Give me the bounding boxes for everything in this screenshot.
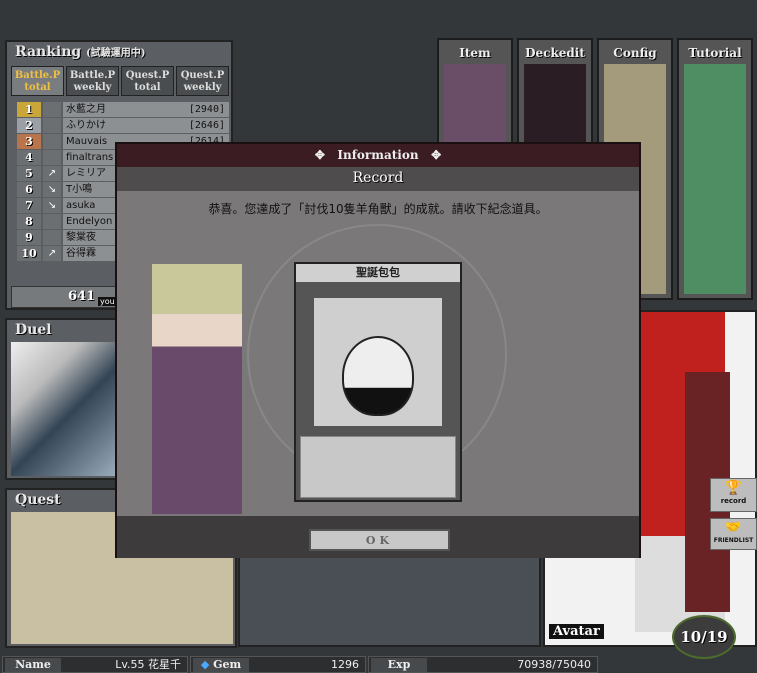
character-portrait <box>152 264 242 514</box>
tab-quest-total[interactable]: Quest.P total <box>121 66 174 96</box>
name-label: Name <box>5 658 61 672</box>
quest-title: Quest <box>15 492 61 508</box>
sack-icon <box>342 336 414 416</box>
rank-change-icon <box>43 134 61 149</box>
rank-number: 7 <box>17 198 41 213</box>
gem-icon: ◆ <box>200 658 210 671</box>
trophy-icon: 🏆 <box>724 480 743 496</box>
dialog-header-text: Information <box>337 148 419 162</box>
information-dialog: ✥ Information ✥ Record 恭喜。您達成了「討伐10隻羊角獸」… <box>115 142 641 558</box>
player-name-text: Endelyon <box>66 216 113 227</box>
exp-label: Exp <box>371 658 427 672</box>
dialog-message: 恭喜。您達成了「討伐10隻羊角獸」的成就。請收下紀念道具。 <box>208 202 548 216</box>
tutorial-label: Tutorial <box>688 46 742 60</box>
item-description <box>300 436 456 498</box>
rank-number: 6 <box>17 182 41 197</box>
ornament-icon: ✥ <box>314 148 325 162</box>
ranking-title: Ranking (試驗運用中) <box>15 44 146 60</box>
avatar-title: Avatar <box>549 624 604 639</box>
your-rank-value: 641 <box>68 289 96 304</box>
player-score: [2646] <box>188 120 225 131</box>
ornament-icon: ✥ <box>431 148 442 162</box>
item-name: 聖誕包包 <box>296 264 460 282</box>
friendlist-button[interactable]: 🤝 FRIENDLIST <box>710 518 757 550</box>
player-name-text: finaltrans <box>66 152 114 163</box>
gem-bar: ◆ Gem 1296 <box>190 656 366 673</box>
gem-value: 1296 <box>331 658 359 671</box>
ok-button[interactable]: OK <box>309 529 450 551</box>
rank-change-icon <box>43 230 61 245</box>
rank-number: 3 <box>17 134 41 149</box>
player-name-text: ふりかけ <box>66 120 106 131</box>
rank-number: 5 <box>17 166 41 181</box>
item-label: Item <box>459 46 491 60</box>
tutorial-image <box>684 64 746 294</box>
exp-value: 70938/75040 <box>517 658 591 671</box>
rank-number: 8 <box>17 214 41 229</box>
rank-number: 10 <box>17 246 41 261</box>
player-score: [2940] <box>188 104 225 115</box>
exp-bar: Exp 70938/75040 <box>368 656 598 673</box>
ranking-row[interactable]: 1 水藍之月 [2940] <box>17 102 229 117</box>
ranking-subtitle: (試驗運用中) <box>86 48 146 59</box>
name-value: Lv.55 花星千 <box>115 658 181 671</box>
player-name-text: 水藍之月 <box>66 104 106 115</box>
friendlist-label: FRIENDLIST <box>713 537 754 544</box>
rank-change-icon <box>43 102 61 117</box>
player-name-text: T小鳴 <box>66 184 93 195</box>
rank-change-icon <box>43 150 61 165</box>
dialog-header: ✥ Information ✥ <box>117 144 639 167</box>
deckedit-label: Deckedit <box>525 46 585 60</box>
name-bar: Name Lv.55 花星千 <box>2 656 188 673</box>
player-name-text: レミリア <box>66 168 106 179</box>
deck-count-emblem: 10/19 <box>672 615 736 659</box>
tab-quest-weekly[interactable]: Quest.P weekly <box>176 66 229 96</box>
tab-battle-weekly[interactable]: Battle.P weekly <box>66 66 119 96</box>
tab-battle-total[interactable]: Battle.P total <box>11 66 64 96</box>
rank-change-icon: ↘ <box>43 182 61 197</box>
rank-number: 1 <box>17 102 41 117</box>
rank-change-icon <box>43 118 61 133</box>
player-name-text: 黎棠夜 <box>66 232 96 243</box>
item-picture <box>314 298 442 426</box>
gem-label-text: Gem <box>213 658 242 671</box>
config-label: Config <box>613 46 657 60</box>
record-band: Record <box>117 167 639 191</box>
rank-change-icon: ↗ <box>43 166 61 181</box>
duel-panel[interactable]: Duel <box>5 318 117 480</box>
record-button[interactable]: 🏆 record <box>710 478 757 512</box>
handshake-icon: 🤝 <box>725 520 742 535</box>
duel-title: Duel <box>15 322 52 338</box>
rank-change-icon: ↘ <box>43 198 61 213</box>
duel-image <box>11 342 115 476</box>
rank-number: 2 <box>17 118 41 133</box>
rank-change-icon: ↗ <box>43 246 61 261</box>
player-name: ふりかけ [2646] <box>63 118 229 133</box>
ranking-title-text: Ranking <box>15 44 82 60</box>
player-name: 水藍之月 [2940] <box>63 102 229 117</box>
rank-number: 9 <box>17 230 41 245</box>
ranking-row[interactable]: 2 ふりかけ [2646] <box>17 118 229 133</box>
rank-change-icon <box>43 214 61 229</box>
scene-image <box>238 555 541 647</box>
player-name-text: 谷得霖 <box>66 248 96 259</box>
player-name-text: asuka <box>66 200 96 211</box>
record-label: record <box>720 497 747 505</box>
rank-number: 4 <box>17 150 41 165</box>
tutorial-menu-card[interactable]: Tutorial <box>677 38 753 300</box>
player-name-text: Mauvais <box>66 136 108 147</box>
gem-label: ◆ Gem <box>193 658 249 672</box>
reward-item-card: 聖誕包包 <box>294 262 462 502</box>
